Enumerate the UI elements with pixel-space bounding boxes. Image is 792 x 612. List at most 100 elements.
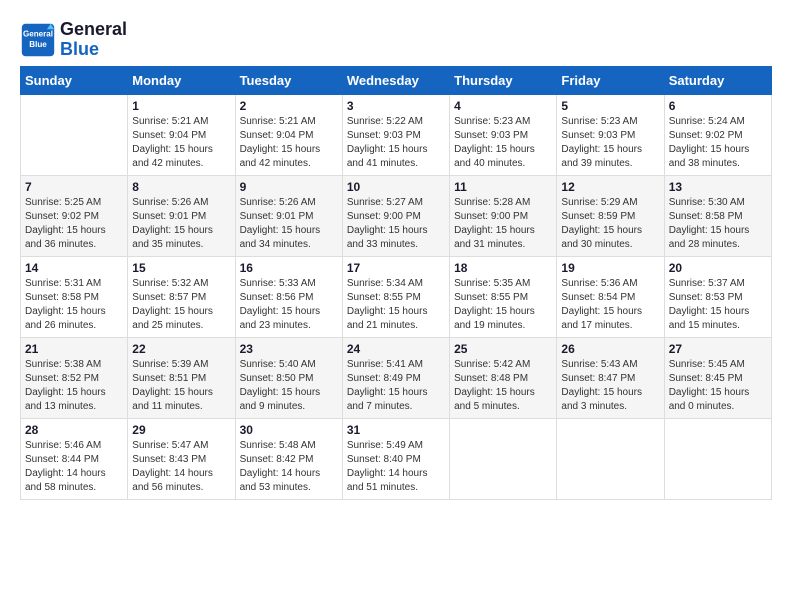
week-row-1: 1 Sunrise: 5:21 AM Sunset: 9:04 PM Daylig… [21,94,772,175]
day-info: Sunrise: 5:45 AM Sunset: 8:45 PM Dayligh… [669,358,767,414]
day-info: Sunrise: 5:47 AM Sunset: 8:43 PM Dayligh… [132,439,230,495]
day-number: 15 [132,261,230,275]
logo-text: General Blue [60,20,127,60]
day-info: Sunrise: 5:26 AM Sunset: 9:01 PM Dayligh… [240,196,338,252]
day-number: 28 [25,423,123,437]
calendar-cell [450,418,557,499]
day-number: 29 [132,423,230,437]
day-info: Sunrise: 5:43 AM Sunset: 8:47 PM Dayligh… [561,358,659,414]
calendar-cell: 19 Sunrise: 5:36 AM Sunset: 8:54 PM Dayli… [557,256,664,337]
calendar-cell: 2Sunrise: 5:21 AM Sunset: 9:04 PM Daylig… [235,94,342,175]
day-number: 4 [454,99,552,113]
day-number: 22 [132,342,230,356]
calendar-cell: 8 Sunrise: 5:26 AM Sunset: 9:01 PM Daylig… [128,175,235,256]
day-number: 30 [240,423,338,437]
day-info: Sunrise: 5:26 AM Sunset: 9:01 PM Dayligh… [132,196,230,252]
day-number: 8 [132,180,230,194]
day-number: 11 [454,180,552,194]
week-row-2: 7 Sunrise: 5:25 AM Sunset: 9:02 PM Daylig… [21,175,772,256]
day-number: 3 [347,99,445,113]
day-number: 12 [561,180,659,194]
weekday-header-sunday: Sunday [21,66,128,94]
day-info: Sunrise: 5:27 AM Sunset: 9:00 PM Dayligh… [347,196,445,252]
day-number: 21 [25,342,123,356]
day-info: Sunrise: 5:25 AM Sunset: 9:02 PM Dayligh… [25,196,123,252]
calendar-cell: 3Sunrise: 5:22 AM Sunset: 9:03 PM Daylig… [342,94,449,175]
weekday-header-wednesday: Wednesday [342,66,449,94]
week-row-5: 28 Sunrise: 5:46 AM Sunset: 8:44 PM Dayli… [21,418,772,499]
day-info: Sunrise: 5:40 AM Sunset: 8:50 PM Dayligh… [240,358,338,414]
calendar-cell: 21 Sunrise: 5:38 AM Sunset: 8:52 PM Dayli… [21,337,128,418]
day-info: Sunrise: 5:29 AM Sunset: 8:59 PM Dayligh… [561,196,659,252]
calendar-cell: 22Sunrise: 5:39 AM Sunset: 8:51 PM Dayli… [128,337,235,418]
calendar-cell: 7 Sunrise: 5:25 AM Sunset: 9:02 PM Daylig… [21,175,128,256]
calendar-cell: 29 Sunrise: 5:47 AM Sunset: 8:43 PM Dayli… [128,418,235,499]
day-info: Sunrise: 5:33 AM Sunset: 8:56 PM Dayligh… [240,277,338,333]
logo: General Blue General Blue [20,20,127,60]
day-number: 19 [561,261,659,275]
day-number: 25 [454,342,552,356]
day-number: 20 [669,261,767,275]
day-number: 1 [132,99,230,113]
calendar-cell: 25 Sunrise: 5:42 AM Sunset: 8:48 PM Dayli… [450,337,557,418]
calendar-cell: 30 Sunrise: 5:48 AM Sunset: 8:42 PM Dayli… [235,418,342,499]
day-info: Sunrise: 5:31 AM Sunset: 8:58 PM Dayligh… [25,277,123,333]
calendar-cell: 26 Sunrise: 5:43 AM Sunset: 8:47 PM Dayli… [557,337,664,418]
day-number: 5 [561,99,659,113]
calendar-cell: 6Sunrise: 5:24 AM Sunset: 9:02 PM Daylig… [664,94,771,175]
calendar-cell: 1 Sunrise: 5:21 AM Sunset: 9:04 PM Daylig… [128,94,235,175]
week-row-3: 14 Sunrise: 5:31 AM Sunset: 8:58 PM Dayli… [21,256,772,337]
weekday-header-friday: Friday [557,66,664,94]
weekday-header-monday: Monday [128,66,235,94]
svg-text:Blue: Blue [29,40,47,49]
day-info: Sunrise: 5:35 AM Sunset: 8:55 PM Dayligh… [454,277,552,333]
page-container: General Blue General Blue SundayMondayTu… [0,0,792,510]
day-number: 6 [669,99,767,113]
calendar-cell: 12 Sunrise: 5:29 AM Sunset: 8:59 PM Dayli… [557,175,664,256]
day-number: 10 [347,180,445,194]
calendar-cell: 9Sunrise: 5:26 AM Sunset: 9:01 PM Daylig… [235,175,342,256]
day-info: Sunrise: 5:49 AM Sunset: 8:40 PM Dayligh… [347,439,445,495]
calendar-cell: 15Sunrise: 5:32 AM Sunset: 8:57 PM Dayli… [128,256,235,337]
svg-text:General: General [23,29,53,38]
day-info: Sunrise: 5:21 AM Sunset: 9:04 PM Dayligh… [132,115,230,171]
day-number: 31 [347,423,445,437]
calendar-cell: 16 Sunrise: 5:33 AM Sunset: 8:56 PM Dayli… [235,256,342,337]
day-number: 16 [240,261,338,275]
weekday-header-thursday: Thursday [450,66,557,94]
weekday-header-tuesday: Tuesday [235,66,342,94]
header: General Blue General Blue [20,20,772,60]
day-number: 24 [347,342,445,356]
calendar-cell: 31 Sunrise: 5:49 AM Sunset: 8:40 PM Dayli… [342,418,449,499]
day-number: 14 [25,261,123,275]
calendar-cell: 5 Sunrise: 5:23 AM Sunset: 9:03 PM Daylig… [557,94,664,175]
day-info: Sunrise: 5:34 AM Sunset: 8:55 PM Dayligh… [347,277,445,333]
day-info: Sunrise: 5:23 AM Sunset: 9:03 PM Dayligh… [561,115,659,171]
day-number: 7 [25,180,123,194]
day-info: Sunrise: 5:46 AM Sunset: 8:44 PM Dayligh… [25,439,123,495]
day-info: Sunrise: 5:23 AM Sunset: 9:03 PM Dayligh… [454,115,552,171]
day-info: Sunrise: 5:42 AM Sunset: 8:48 PM Dayligh… [454,358,552,414]
calendar-cell: 11Sunrise: 5:28 AM Sunset: 9:00 PM Dayli… [450,175,557,256]
calendar-cell: 27 Sunrise: 5:45 AM Sunset: 8:45 PM Dayli… [664,337,771,418]
calendar-cell: 10 Sunrise: 5:27 AM Sunset: 9:00 PM Dayli… [342,175,449,256]
weekday-header-saturday: Saturday [664,66,771,94]
calendar-cell: 18Sunrise: 5:35 AM Sunset: 8:55 PM Dayli… [450,256,557,337]
calendar-cell [664,418,771,499]
day-number: 27 [669,342,767,356]
day-info: Sunrise: 5:48 AM Sunset: 8:42 PM Dayligh… [240,439,338,495]
day-number: 17 [347,261,445,275]
day-info: Sunrise: 5:41 AM Sunset: 8:49 PM Dayligh… [347,358,445,414]
day-info: Sunrise: 5:38 AM Sunset: 8:52 PM Dayligh… [25,358,123,414]
day-number: 23 [240,342,338,356]
calendar-cell [21,94,128,175]
day-info: Sunrise: 5:36 AM Sunset: 8:54 PM Dayligh… [561,277,659,333]
calendar-cell [557,418,664,499]
calendar-cell: 4 Sunrise: 5:23 AM Sunset: 9:03 PM Daylig… [450,94,557,175]
day-number: 2 [240,99,338,113]
calendar-cell: 14 Sunrise: 5:31 AM Sunset: 8:58 PM Dayli… [21,256,128,337]
calendar-cell: 13Sunrise: 5:30 AM Sunset: 8:58 PM Dayli… [664,175,771,256]
calendar-cell: 20Sunrise: 5:37 AM Sunset: 8:53 PM Dayli… [664,256,771,337]
calendar-table: SundayMondayTuesdayWednesdayThursdayFrid… [20,66,772,500]
day-number: 26 [561,342,659,356]
